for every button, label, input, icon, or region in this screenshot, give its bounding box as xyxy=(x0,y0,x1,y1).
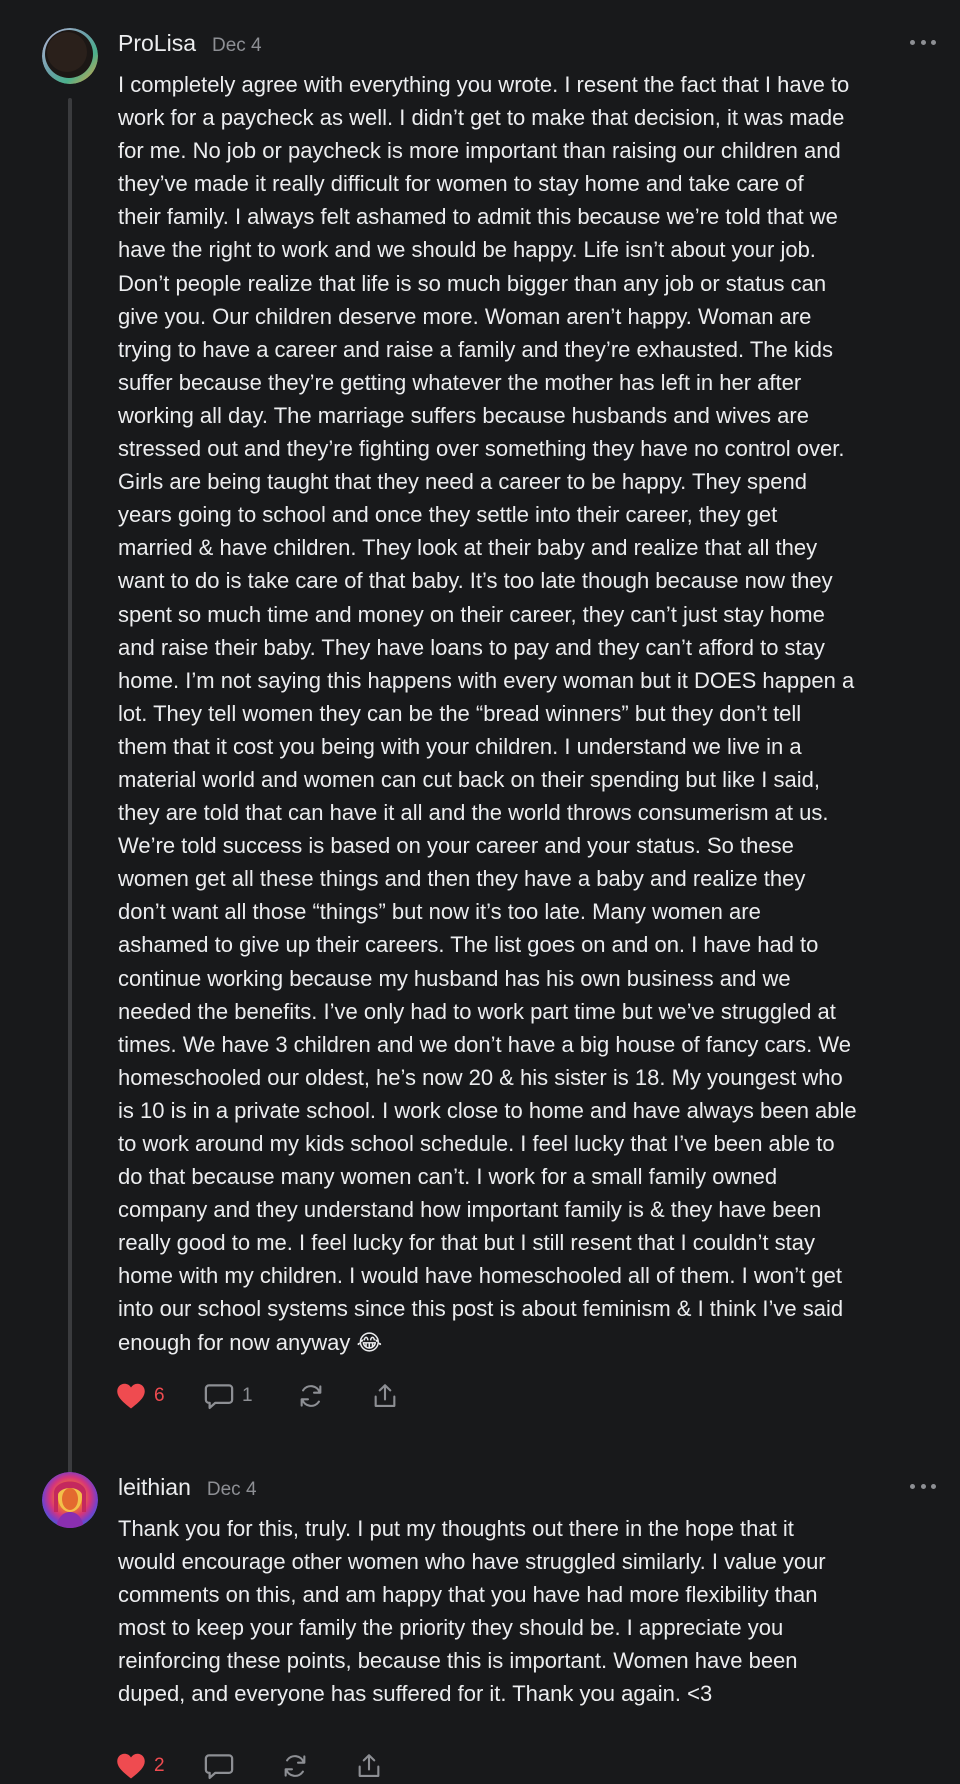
comment-body-line: they are told that can have it all and t… xyxy=(118,800,829,826)
restack-icon xyxy=(300,1385,322,1407)
comment-body-line: they’ve made it really difficult for wom… xyxy=(118,171,804,197)
comment-body-line: married & have children. They look at th… xyxy=(118,535,818,561)
like-count: 6 xyxy=(154,1385,165,1406)
more-options-icon[interactable] xyxy=(910,1482,936,1490)
comment-bubble-icon xyxy=(204,1384,234,1409)
comment-bubble-icon xyxy=(204,1754,234,1779)
comment-body-line: Girls are being taught that they need a … xyxy=(118,469,807,495)
comment-body-line: do that because many women can’t. I work… xyxy=(118,1164,778,1190)
heart-icon xyxy=(117,1753,145,1779)
comment-body-line: I completely agree with everything you w… xyxy=(118,72,850,97)
share-icon xyxy=(374,1384,396,1407)
heart-icon xyxy=(117,1383,145,1409)
username[interactable]: ProLisa xyxy=(118,30,196,57)
comment-body-line: their family. I always felt ashamed to a… xyxy=(118,204,838,230)
comment-body-line: for me. No job or paycheck is more impor… xyxy=(118,138,841,164)
comment-body-line: into our school systems since this post … xyxy=(118,1296,844,1322)
comment-body-line: years going to school and once they sett… xyxy=(118,502,778,528)
comment-body-line: lot. They tell women they can be the “br… xyxy=(118,700,802,726)
comment-body-line: We’re told success is based on your care… xyxy=(118,833,794,859)
comment-body-line: have the right to work and we should be … xyxy=(118,237,816,263)
comment-body-line: really good to me. I feel lucky for that… xyxy=(118,1230,816,1256)
restack-button[interactable] xyxy=(280,1752,354,1780)
comment-body-line: work for a paycheck as well. I didn’t ge… xyxy=(118,105,845,131)
comment-date: Dec 4 xyxy=(211,35,262,56)
comment-body-line: want to do is take care of that baby. It… xyxy=(118,568,833,594)
comment-body-line: to work around my kids school schedule. … xyxy=(118,1131,835,1156)
comment-body-line: times. We have 3 children and we don’t h… xyxy=(118,1031,851,1057)
avatar-rainbow-portrait-icon xyxy=(42,1472,98,1528)
avatar[interactable] xyxy=(42,28,98,84)
comment-body-line: Don’t people realize that life is so muc… xyxy=(118,270,827,296)
comment-body-line: needed the benefits. I’ve only had to wo… xyxy=(118,998,836,1024)
comment-body-line: and raise their baby. They have loans to… xyxy=(118,634,825,660)
comment-body-line: most to keep your family the priority th… xyxy=(118,1615,784,1641)
share-icon xyxy=(358,1754,380,1777)
comment-body-line: them that it cost you being with your ch… xyxy=(118,733,802,759)
like-button[interactable]: 6 xyxy=(116,1382,204,1410)
comment-body: Thank you for this, truly. I put my thou… xyxy=(118,1512,938,1711)
more-options-icon[interactable] xyxy=(910,38,936,46)
comment-body-line: ashamed to give up their careers. The li… xyxy=(118,932,819,958)
username[interactable]: leithian xyxy=(118,1474,191,1501)
comment-body-line: would encourage other women who have str… xyxy=(118,1549,826,1575)
comment-body-line: material world and women can cut back on… xyxy=(118,766,820,792)
comment-body-line: Thank you for this, truly. I put my thou… xyxy=(118,1516,794,1541)
comment-body-line: duped, and everyone has suffered for it.… xyxy=(118,1681,713,1707)
comment-body-line: reinforcing these points, because this i… xyxy=(118,1648,798,1674)
comment-body-line: women get all these things and then they… xyxy=(118,866,806,892)
comment-body-line: continue working because my husband has … xyxy=(118,965,791,991)
avatar[interactable] xyxy=(42,1472,98,1528)
comment-date: Dec 4 xyxy=(206,1479,257,1500)
comment-body-line: trying to have a career and raise a fami… xyxy=(118,336,833,362)
share-button[interactable] xyxy=(354,1752,384,1780)
share-button[interactable] xyxy=(370,1382,400,1410)
comment-header: ProLisa Dec 4 xyxy=(118,30,262,62)
reply-button[interactable]: 1 xyxy=(204,1382,296,1410)
action-bar: 6 1 xyxy=(116,1378,400,1414)
restack-button[interactable] xyxy=(296,1382,370,1410)
like-count: 2 xyxy=(154,1755,165,1776)
comment-body-line: home. I’m not saying this happens with e… xyxy=(118,667,855,693)
comment-body-line: enough for now anyway 😂 xyxy=(118,1329,383,1355)
comment-header: leithian Dec 4 xyxy=(118,1474,257,1506)
comment-body-line: suffer because they’re getting whatever … xyxy=(118,369,802,395)
comment-body-line: stressed out and they’re fighting over s… xyxy=(118,436,845,462)
comment-body-line: home with my children. I would have home… xyxy=(118,1263,842,1289)
comment-body-line: working all day. The marriage suffers be… xyxy=(118,402,809,428)
comment-body-line: company and they understand how importan… xyxy=(118,1197,822,1223)
action-bar: 2 xyxy=(116,1748,384,1784)
comment-body: I completely agree with everything you w… xyxy=(118,68,938,1359)
comment-body-line: don’t want all those “things” but now it… xyxy=(118,899,761,925)
thread-line xyxy=(68,98,72,1478)
comment-body-line: give you. Our children deserve more. Wom… xyxy=(118,303,812,329)
comment-body-line: homeschooled our oldest, he’s now 20 & h… xyxy=(118,1064,843,1090)
reply-count: 1 xyxy=(242,1385,253,1406)
restack-icon xyxy=(284,1755,306,1777)
like-button[interactable]: 2 xyxy=(116,1752,204,1780)
reply-button[interactable] xyxy=(204,1752,280,1780)
comment-body-line: is 10 is in a private school. I work clo… xyxy=(118,1097,857,1123)
comment-body-line: comments on this, and am happy that you … xyxy=(118,1582,818,1608)
comment-body-line: spent so much time and money on their ca… xyxy=(118,601,825,627)
avatar-dark-ring-icon xyxy=(42,28,98,84)
